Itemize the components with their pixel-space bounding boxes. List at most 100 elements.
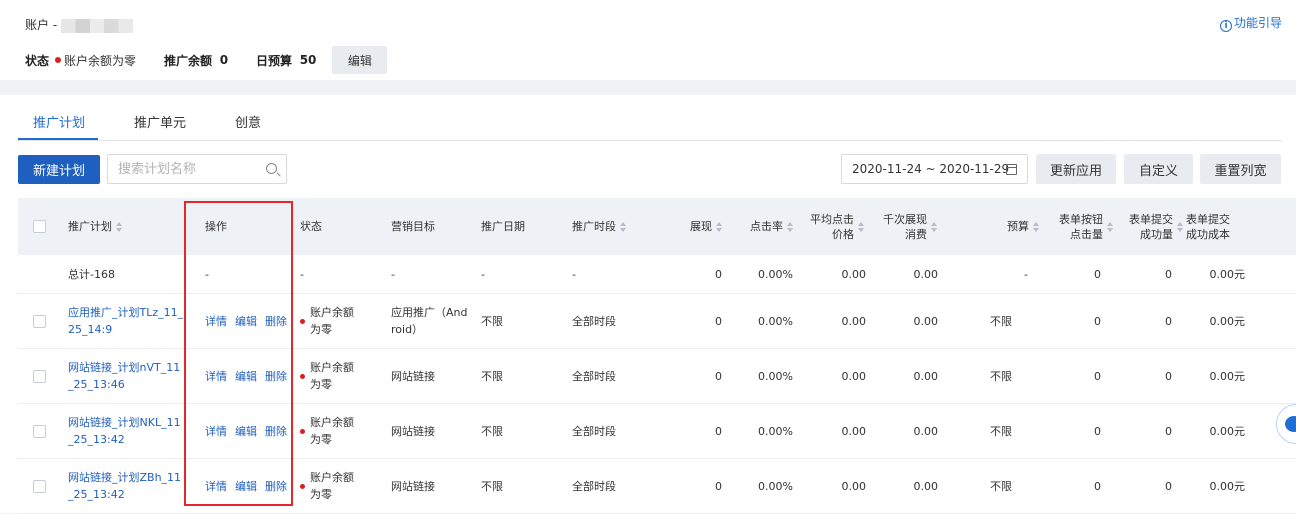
- row-checkbox[interactable]: [33, 314, 46, 328]
- row-sub: 0: [1165, 479, 1172, 493]
- header-ctr[interactable]: 点击率: [728, 198, 793, 255]
- detail-link[interactable]: 详情: [205, 478, 227, 494]
- total-cpm: 0.00: [913, 267, 939, 281]
- row-avg: 0.00: [841, 424, 867, 438]
- edit-account-button[interactable]: 编辑: [332, 46, 388, 74]
- table-row: 网站链接_计划ZBh_11 _25_13:42 详情 编辑 删除 账户余额 为零 网站链…: [18, 459, 1296, 514]
- tab-units[interactable]: 推广单元: [134, 112, 186, 131]
- row-status: 账户余额 为零: [300, 404, 354, 458]
- row-impr: 0: [715, 479, 722, 493]
- header-impr[interactable]: 展现: [658, 198, 722, 255]
- header-avg-click[interactable]: 平均点击 价格: [798, 198, 864, 255]
- header-cpm[interactable]: 千次展现 消费: [870, 198, 937, 255]
- delete-link[interactable]: 删除: [265, 368, 287, 384]
- new-plan-button[interactable]: 新建计划: [18, 155, 100, 184]
- total-impr: 0: [715, 267, 722, 281]
- plan-name-link[interactable]: 网站链接_计划NKL_11 _25_13:42: [68, 404, 181, 458]
- row-ops: 详情 编辑 删除: [205, 349, 295, 403]
- plan-search-input[interactable]: [108, 155, 258, 183]
- table-row: 网站链接_计划nVT_11 _25_13:46 详情 编辑 删除 账户余额 为零 网站链…: [18, 349, 1296, 404]
- row-checkbox[interactable]: [33, 424, 46, 438]
- account-header: 账户 - i 功能引导 状态 账户余额为零 推广余额 0 日预算 50 编辑: [0, 0, 1296, 80]
- plan-name-link[interactable]: 应用推广_计划TLz_11_ 25_14:9: [68, 294, 183, 348]
- edit-link[interactable]: 编辑: [235, 423, 257, 439]
- header-ops: 操作: [205, 220, 227, 233]
- total-plan: 总计-168: [68, 268, 115, 281]
- row-ctr: 0.00%: [758, 314, 793, 328]
- detail-link[interactable]: 详情: [205, 423, 227, 439]
- detail-link[interactable]: 详情: [205, 313, 227, 329]
- row-avg: 0.00: [841, 314, 867, 328]
- total-status: -: [300, 267, 304, 281]
- row-ctr: 0.00%: [758, 424, 793, 438]
- header-date: 推广日期: [481, 220, 525, 233]
- select-all-checkbox[interactable]: [33, 220, 46, 233]
- total-ops: -: [205, 267, 209, 281]
- row-budget: 不限: [990, 425, 1012, 438]
- row-cost: 0.00元: [1209, 480, 1246, 493]
- guide-label: 功能引导: [1233, 16, 1282, 30]
- header-form-btn[interactable]: 表单按钮 点击量: [1040, 198, 1113, 255]
- row-btn: 0: [1094, 369, 1101, 383]
- total-row: 总计-168 - - - - - 0 0.00% 0.00 0.00 - 0 0…: [18, 255, 1296, 294]
- search-icon[interactable]: [266, 163, 277, 174]
- feature-guide-link[interactable]: i 功能引导: [1219, 14, 1282, 32]
- row-sub: 0: [1165, 424, 1172, 438]
- header-form-sub[interactable]: 表单提交 成功量: [1113, 198, 1183, 255]
- row-impr: 0: [715, 424, 722, 438]
- row-status: 账户余额 为零: [300, 459, 354, 513]
- update-apply-button[interactable]: 更新应用: [1036, 154, 1116, 184]
- tab-creatives[interactable]: 创意: [235, 112, 261, 131]
- row-impr: 0: [715, 314, 722, 328]
- row-checkbox[interactable]: [33, 369, 46, 383]
- header-period[interactable]: 推广时段: [572, 198, 626, 255]
- header-form-cost: 表单提交 成功成本: [1186, 212, 1230, 241]
- total-avg: 0.00: [841, 267, 867, 281]
- row-period: 全部时段: [572, 425, 616, 438]
- header-budget[interactable]: 预算: [943, 198, 1039, 255]
- delete-link[interactable]: 删除: [265, 478, 287, 494]
- account-name-redacted: [60, 18, 133, 33]
- customize-button[interactable]: 自定义: [1124, 154, 1193, 184]
- row-goal: 网站链接: [391, 370, 435, 383]
- main-panel: 推广计划 推广单元 创意 新建计划 2020-11-24 ~ 2020-11-2…: [0, 95, 1296, 514]
- date-range-value: 2020-11-24 ~ 2020-11-29: [852, 162, 1010, 176]
- edit-link[interactable]: 编辑: [235, 478, 257, 494]
- sort-icon: [858, 221, 864, 232]
- row-btn: 0: [1094, 479, 1101, 493]
- total-cost: 0.00元: [1209, 268, 1246, 281]
- status-dot-icon: [300, 318, 305, 324]
- plan-search: [107, 154, 287, 184]
- header-plan[interactable]: 推广计划: [68, 198, 122, 255]
- budget-label: 日预算: [256, 53, 293, 68]
- sort-icon: [716, 221, 722, 232]
- row-cpm: 0.00: [913, 314, 939, 328]
- row-btn: 0: [1094, 424, 1101, 438]
- row-avg: 0.00: [841, 369, 867, 383]
- row-checkbox[interactable]: [33, 479, 46, 493]
- row-btn: 0: [1094, 314, 1101, 328]
- total-ctr: 0.00%: [758, 267, 793, 281]
- plan-name-link[interactable]: 网站链接_计划ZBh_11 _25_13:42: [68, 459, 181, 513]
- detail-link[interactable]: 详情: [205, 368, 227, 384]
- row-sub: 0: [1165, 369, 1172, 383]
- reset-column-width-button[interactable]: 重置列宽: [1200, 154, 1281, 184]
- row-period: 全部时段: [572, 315, 616, 328]
- balance-label: 推广余额: [164, 53, 213, 68]
- date-range-picker[interactable]: 2020-11-24 ~ 2020-11-29: [841, 154, 1028, 184]
- row-date: 不限: [481, 480, 503, 493]
- header-goal: 营销目标: [391, 220, 435, 233]
- row-ops: 详情 编辑 删除: [205, 404, 295, 458]
- delete-link[interactable]: 删除: [265, 313, 287, 329]
- plan-name-link[interactable]: 网站链接_计划nVT_11 _25_13:46: [68, 349, 180, 403]
- edit-link[interactable]: 编辑: [235, 368, 257, 384]
- active-tab-indicator: [18, 138, 98, 140]
- table-header: 推广计划 操作 状态 营销目标 推广日期 推广时段 展现 点击率 平均点击 价格 …: [18, 198, 1296, 255]
- total-budget: -: [1024, 267, 1028, 281]
- row-status: 账户余额 为零: [300, 349, 354, 403]
- edit-link[interactable]: 编辑: [235, 313, 257, 329]
- delete-link[interactable]: 删除: [265, 423, 287, 439]
- tab-plans[interactable]: 推广计划: [33, 112, 85, 131]
- row-goal: 应用推广（And roid）: [391, 306, 468, 336]
- row-cost: 0.00元: [1209, 370, 1246, 383]
